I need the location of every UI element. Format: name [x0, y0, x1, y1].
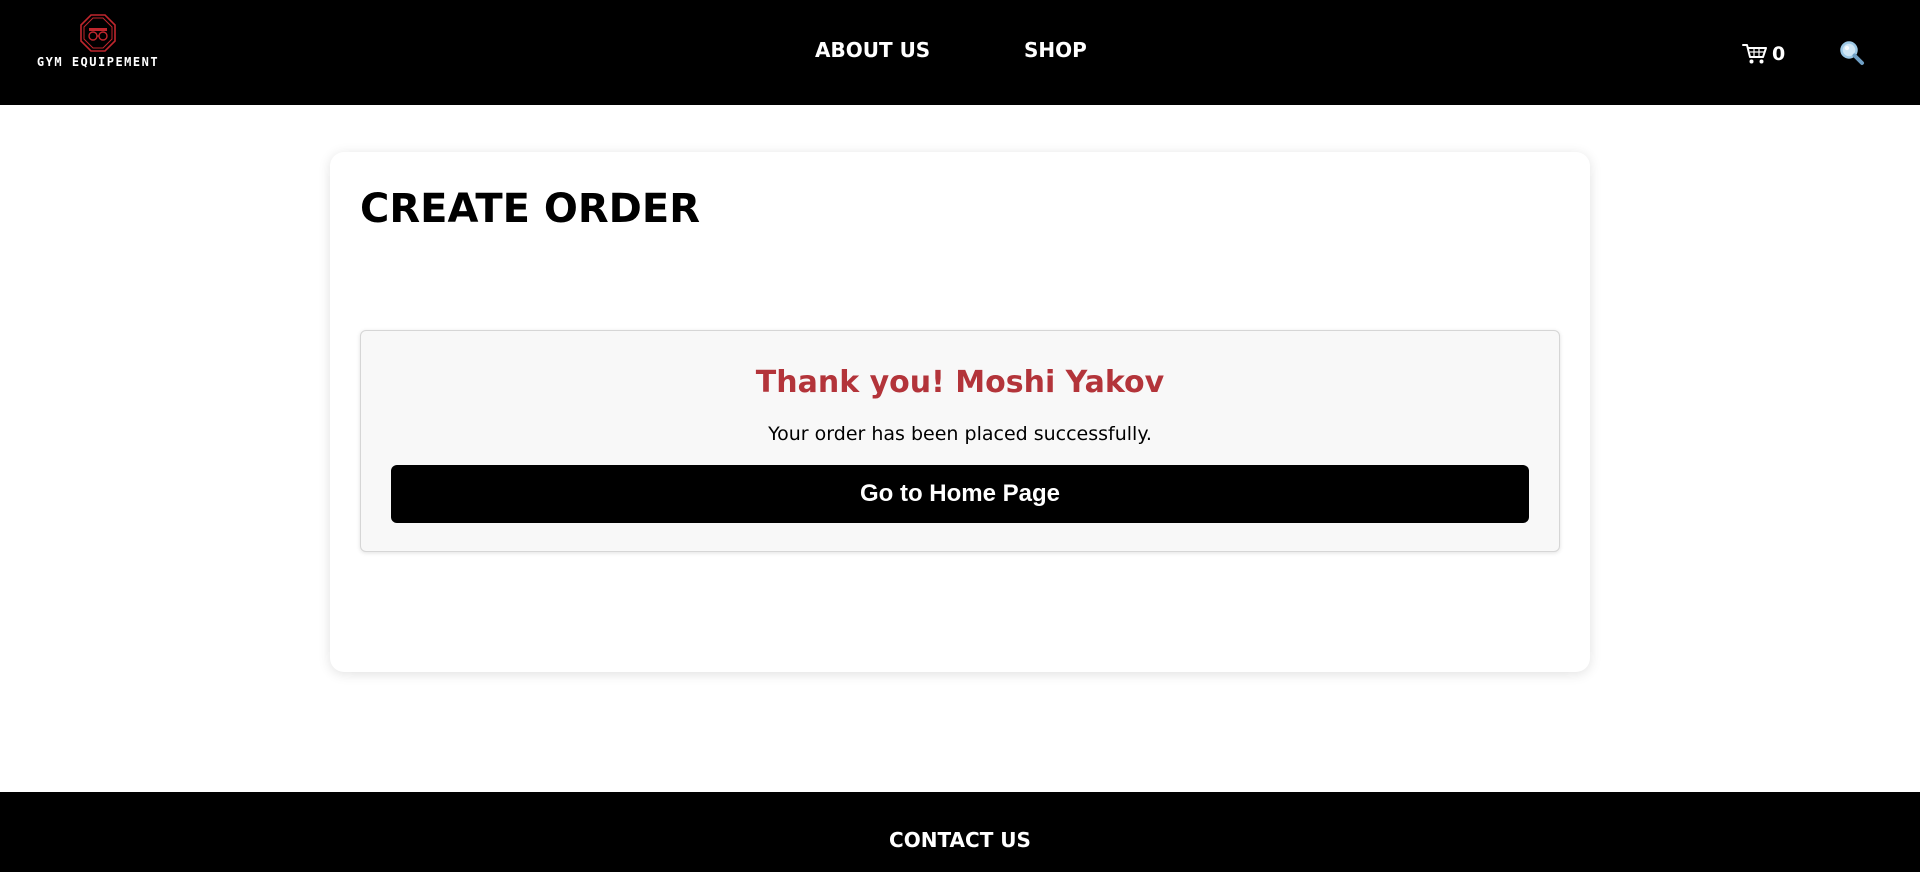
main-nav: ABOUT US SHOP — [0, 38, 1920, 68]
cart-count: 0 — [1772, 43, 1786, 65]
thank-you-heading: Thank you! Moshi Yakov — [755, 365, 1165, 400]
search-icon — [1840, 41, 1864, 65]
nav-about-us[interactable]: ABOUT US — [815, 38, 930, 62]
cart-button[interactable]: 0 — [1742, 40, 1785, 68]
site-header: GYM EQUIPEMENT ABOUT US SHOP 0 — [0, 0, 1920, 105]
page-title: CREATE ORDER — [360, 186, 700, 232]
contact-us-link[interactable]: CONTACT US — [889, 828, 1031, 852]
search-button[interactable] — [1838, 39, 1866, 67]
site-footer: CONTACT US — [0, 792, 1920, 872]
cart-icon — [1742, 44, 1767, 64]
order-card: CREATE ORDER Thank you! Moshi Yakov Your… — [330, 152, 1590, 672]
nav-shop[interactable]: SHOP — [1024, 38, 1087, 62]
order-success-panel: Thank you! Moshi Yakov Your order has be… — [360, 330, 1560, 552]
go-home-button[interactable]: Go to Home Page — [391, 465, 1529, 523]
order-success-message: Your order has been placed successfully. — [768, 423, 1152, 445]
